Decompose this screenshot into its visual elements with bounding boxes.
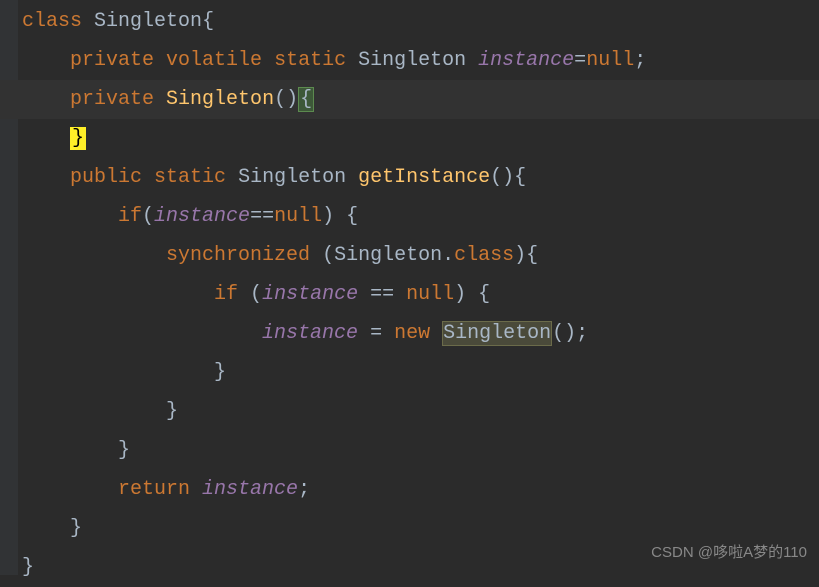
paren-open: ( (238, 283, 262, 306)
code-line[interactable]: return instance; (0, 470, 819, 509)
semicolon: ; (576, 322, 588, 345)
brace: } (166, 400, 178, 423)
code-line[interactable]: if(instance==null) { (0, 197, 819, 236)
code-line[interactable]: } (0, 119, 819, 158)
paren-open: ( (310, 244, 334, 267)
operator: = (574, 49, 586, 72)
keyword-synchronized: synchronized (166, 244, 310, 267)
type-name: Singleton (334, 244, 442, 267)
brace: { (526, 244, 538, 267)
operator: = (358, 322, 394, 345)
operator: == (250, 205, 274, 228)
brace: { (202, 10, 214, 33)
watermark-text: CSDN @哆啦A梦的110 (651, 538, 807, 567)
parentheses: () (552, 322, 576, 345)
code-line[interactable]: synchronized (Singleton.class){ (0, 236, 819, 275)
keyword-class: class (22, 10, 82, 33)
keyword-if: if (118, 205, 142, 228)
field-instance: instance (202, 478, 298, 501)
parentheses: () (274, 88, 298, 111)
paren-open: ( (142, 205, 154, 228)
brace: } (214, 361, 226, 384)
code-line[interactable]: if (instance == null) { (0, 275, 819, 314)
type-name: Singleton (238, 166, 346, 189)
brace-open-highlight: { (298, 87, 314, 112)
keyword-null: null (274, 205, 322, 228)
brace: } (118, 439, 130, 462)
brace: { (514, 166, 526, 189)
semicolon: ; (298, 478, 310, 501)
field-instance: instance (262, 322, 358, 345)
field-instance: instance (262, 283, 358, 306)
keyword-new: new (394, 322, 430, 345)
code-line[interactable]: instance = new Singleton(); (0, 314, 819, 353)
code-editor[interactable]: class Singleton{ private volatile static… (0, 0, 819, 587)
keyword-null: null (586, 49, 634, 72)
field-instance: instance (478, 49, 574, 72)
brace: } (22, 556, 34, 579)
method-name: getInstance (358, 166, 490, 189)
brace: { (466, 283, 490, 306)
paren-close: ) (454, 283, 466, 306)
keyword-static: static (274, 49, 346, 72)
keyword-static: static (154, 166, 226, 189)
keyword-public: public (70, 166, 142, 189)
code-line[interactable]: public static Singleton getInstance(){ (0, 158, 819, 197)
code-line[interactable]: private Singleton(){ (0, 80, 819, 119)
paren-close: ) (514, 244, 526, 267)
parentheses: () (490, 166, 514, 189)
field-instance: instance (154, 205, 250, 228)
class-name: Singleton (94, 10, 202, 33)
brace: } (70, 517, 82, 540)
keyword-volatile: volatile (166, 49, 262, 72)
constructor-call-highlight: Singleton (442, 321, 552, 346)
keyword-null: null (406, 283, 454, 306)
keyword-class: class (454, 244, 514, 267)
keyword-private: private (70, 49, 154, 72)
keyword-return: return (118, 478, 190, 501)
code-line[interactable]: private volatile static Singleton instan… (0, 41, 819, 80)
brace: { (334, 205, 358, 228)
constructor-name: Singleton (166, 88, 274, 111)
code-line[interactable]: } (0, 392, 819, 431)
code-line[interactable]: } (0, 431, 819, 470)
code-line[interactable]: } (0, 353, 819, 392)
dot: . (442, 244, 454, 267)
keyword-if: if (214, 283, 238, 306)
code-line[interactable]: class Singleton{ (0, 2, 819, 41)
semicolon: ; (634, 49, 646, 72)
paren-close: ) (322, 205, 334, 228)
keyword-private: private (70, 88, 154, 111)
type-name: Singleton (358, 49, 466, 72)
operator: == (358, 283, 406, 306)
brace-close-matched: } (70, 127, 86, 150)
